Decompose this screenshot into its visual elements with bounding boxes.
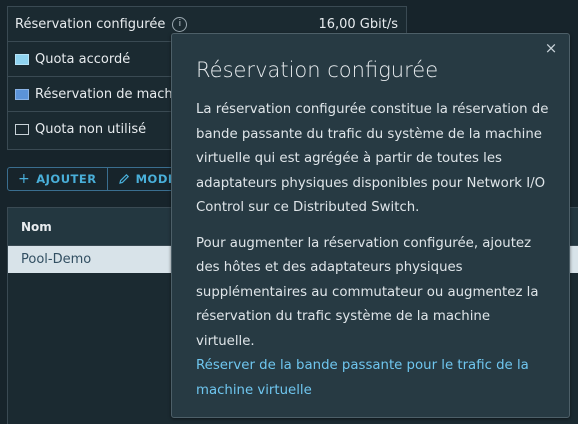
plus-icon: +: [18, 171, 31, 187]
summary-label-granted: Quota accordé: [35, 51, 131, 67]
popover-paragraph-1: La réservation configurée constitue la r…: [196, 102, 549, 215]
summary-label-configured: Réservation configurée: [15, 16, 166, 32]
add-button[interactable]: + AJOUTER: [8, 168, 107, 190]
reserve-bandwidth-link[interactable]: Réserver de la bande passante pour le tr…: [196, 354, 551, 403]
summary-label-vm-reservation: Réservation de machi: [35, 86, 177, 102]
unused-quota-swatch: [15, 124, 29, 135]
pencil-icon: [118, 173, 129, 184]
popover-title: Réservation configurée: [196, 58, 439, 82]
action-toolbar: + AJOUTER MODI: [7, 167, 184, 191]
granted-quota-swatch: [15, 53, 29, 65]
vm-reservation-swatch: [15, 88, 29, 100]
popover-body: La réservation configurée constitue la r…: [196, 98, 551, 403]
pool-name-cell: Pool-Demo: [21, 252, 92, 267]
popover-paragraph-2: Pour augmenter la réservation configurée…: [196, 235, 539, 349]
signpost-popover: × Réservation configurée La réservation …: [171, 33, 570, 418]
close-icon[interactable]: ×: [544, 41, 558, 56]
info-icon[interactable]: i: [172, 16, 188, 32]
summary-label-unused: Quota non utilisé: [35, 122, 147, 137]
